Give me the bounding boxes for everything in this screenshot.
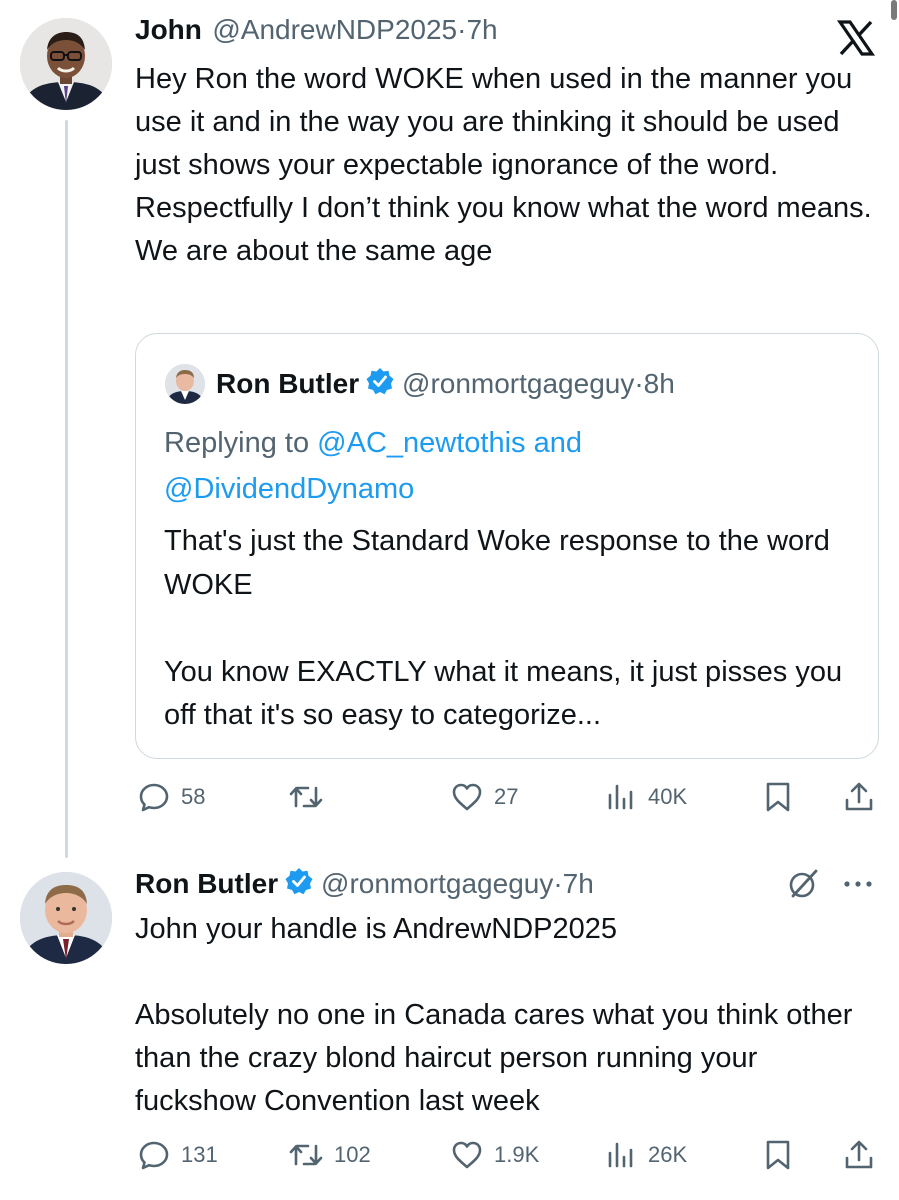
more-options-icon[interactable] (838, 866, 878, 907)
reply-button[interactable]: 131 (137, 1138, 218, 1172)
quoted-tweet-text: That's just the Standard Woke response t… (164, 525, 843, 731)
retweet-button[interactable] (288, 780, 334, 814)
avatar-ron-butler-small (165, 364, 205, 404)
author-name[interactable]: John (135, 14, 202, 45)
timestamp[interactable]: 7h (466, 14, 497, 45)
retweet-button[interactable]: 102 (288, 1138, 371, 1172)
like-button[interactable]: 1.9K (450, 1138, 539, 1172)
share-icon (845, 1140, 873, 1169)
reply-count: 131 (181, 1142, 218, 1167)
views-button[interactable]: 40K (604, 780, 687, 814)
tweet2-text: John your handle is AndrewNDP2025 Absolu… (135, 913, 853, 1117)
author-name[interactable]: Ron Butler (135, 868, 278, 899)
retweet-icon (289, 786, 323, 808)
quote-header: Ron Butler @ronmortgageguy·8h (216, 364, 675, 411)
verified-badge-icon (366, 367, 394, 411)
quote-author-name[interactable]: Ron Butler (216, 368, 359, 399)
retweet-count: 102 (334, 1142, 371, 1167)
replying-to-label: Replying to (164, 427, 310, 459)
reply-count: 58 (181, 784, 206, 809)
quote-author-handle[interactable]: @ronmortgageguy (402, 368, 634, 399)
view-count: 26K (648, 1142, 688, 1167)
reply-icon (139, 1141, 169, 1170)
retweet-icon (289, 1144, 323, 1166)
bookmark-button[interactable] (762, 780, 794, 819)
bookmark-button[interactable] (762, 1138, 794, 1177)
separator-dot: · (553, 868, 563, 899)
x-logo-icon[interactable] (836, 18, 876, 58)
replying-to-line: Replying to @AC_newtothis and @DividendD… (164, 420, 854, 512)
like-count: 1.9K (494, 1142, 540, 1167)
mention-link[interactable]: @AC_newtothis (317, 427, 525, 459)
heart-icon (452, 783, 482, 811)
analytics-icon (608, 784, 633, 810)
tweet1-header: John @AndrewNDP2025·7h (135, 14, 498, 46)
heart-icon (452, 1141, 482, 1169)
author-handle[interactable]: @ronmortgageguy (321, 868, 553, 899)
reply-button[interactable]: 58 (137, 780, 205, 814)
replying-and: and (533, 427, 582, 459)
quote-timestamp[interactable]: 8h (644, 368, 675, 399)
verified-badge-icon (285, 867, 313, 911)
reply-icon (139, 783, 169, 812)
share-button[interactable] (842, 1138, 876, 1177)
share-icon (845, 782, 873, 811)
thread-connector-line (65, 120, 68, 858)
author-handle[interactable]: @AndrewNDP2025 (212, 14, 457, 45)
view-count: 40K (648, 784, 688, 809)
separator-dot: · (634, 368, 644, 399)
like-button[interactable]: 27 (450, 780, 518, 814)
tweet2-header: Ron Butler @ronmortgageguy·7h (135, 864, 594, 911)
analytics-icon (608, 1142, 633, 1168)
views-button[interactable]: 26K (604, 1138, 687, 1172)
timestamp[interactable]: 7h (563, 868, 594, 899)
bookmark-icon (766, 782, 790, 812)
avatar-john[interactable] (20, 18, 112, 110)
mention-link[interactable]: @DividendDynamo (164, 473, 414, 505)
share-button[interactable] (842, 780, 876, 819)
tweet1-text: Hey Ron the word WOKE when used in the m… (135, 63, 872, 267)
like-count: 27 (494, 784, 519, 809)
avatar-ron-butler[interactable] (20, 872, 112, 964)
grok-icon[interactable] (785, 866, 821, 907)
scrollbar[interactable] (891, 0, 897, 20)
bookmark-icon (766, 1140, 790, 1170)
